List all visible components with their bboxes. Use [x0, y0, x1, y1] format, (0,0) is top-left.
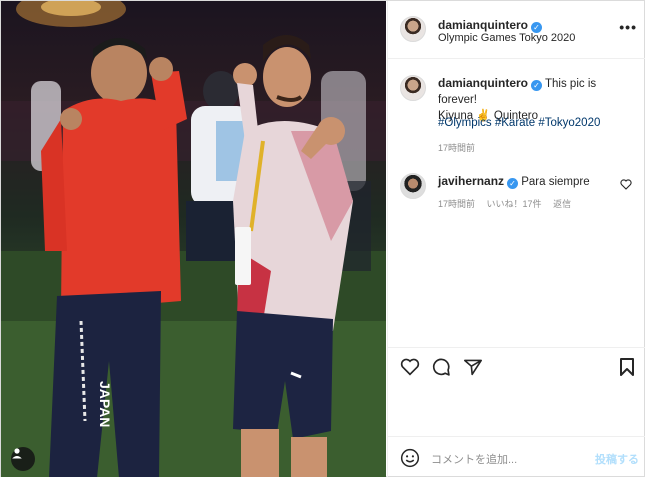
verified-badge-icon: ✓: [507, 178, 519, 189]
comment-timestamp: 17時間前: [438, 199, 476, 209]
post-location[interactable]: Olympic Games Tokyo 2020: [438, 32, 575, 44]
save-bookmark-icon[interactable]: [619, 357, 635, 377]
jersey-text: JAPAN: [97, 381, 113, 427]
like-heart-icon[interactable]: [400, 358, 420, 376]
comment-item: javihernanz ✓ Para siempre: [438, 174, 618, 189]
caption-hashtags[interactable]: #Olympics #Karate #Tokyo2020: [438, 117, 600, 129]
verified-badge-icon: ✓: [531, 80, 543, 91]
post-action-bar: [388, 347, 645, 387]
comment-reply-button[interactable]: 返信: [553, 199, 571, 209]
comment-input[interactable]: コメントを追加...: [431, 451, 517, 467]
share-direct-icon[interactable]: [463, 358, 483, 376]
post-side-panel: damianquintero ✓ Olympic Games Tokyo 2020…: [387, 1, 645, 477]
author-avatar[interactable]: [400, 16, 426, 42]
post-header: damianquintero ✓ Olympic Games Tokyo 2020…: [388, 1, 645, 59]
commenter-username[interactable]: javihernanz: [438, 174, 504, 188]
author-username[interactable]: damianquintero: [438, 18, 528, 32]
post-comment-button[interactable]: 投稿する: [595, 451, 639, 467]
comment-text: Para siempre: [521, 176, 590, 188]
caption-timestamp: 17時間前: [438, 143, 476, 153]
comment-meta: 17時間前 いいね！17件 返信: [438, 197, 580, 210]
caption-avatar[interactable]: [400, 75, 426, 101]
commenter-avatar[interactable]: [400, 173, 426, 199]
photo-illustration: JAPAN: [1, 1, 386, 477]
comment-like-count[interactable]: いいね！17件: [487, 199, 542, 209]
comment-like-heart-icon[interactable]: [620, 179, 632, 190]
instagram-post: JAPAN damianquintero ✓ Olympic Games Tok…: [0, 0, 645, 477]
tagged-users-icon[interactable]: [11, 447, 35, 471]
comment-bubble-icon[interactable]: [431, 357, 451, 377]
caption-username[interactable]: damianquintero: [438, 76, 528, 90]
add-comment-bar: コメントを追加... 投稿する: [388, 436, 645, 477]
post-photo[interactable]: JAPAN: [1, 1, 386, 477]
emoji-smiley-icon[interactable]: [400, 448, 420, 468]
more-horizontal-icon[interactable]: •••: [619, 19, 637, 35]
